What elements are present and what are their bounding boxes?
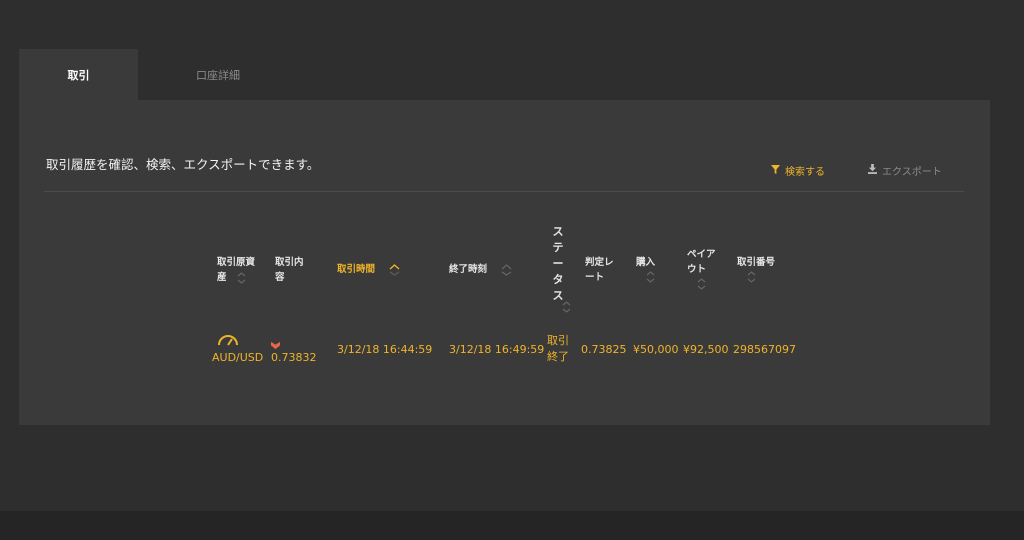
filter-icon bbox=[771, 164, 780, 177]
tab-trades[interactable]: 取引 bbox=[19, 49, 138, 100]
sort-icon[interactable] bbox=[501, 263, 512, 276]
asset-cell: AUD/USD bbox=[212, 351, 264, 364]
trade-number-cell: 298567097 bbox=[733, 343, 796, 356]
tab-account-details[interactable]: 口座詳細 bbox=[138, 49, 298, 100]
trade-time-cell: 3/12/18 16:44:59 bbox=[337, 343, 433, 356]
header-payout[interactable]: ペイア ウト bbox=[687, 247, 716, 296]
payout-cell: ¥92,500 bbox=[683, 343, 729, 356]
status-cell: 取引 終了 bbox=[547, 334, 569, 363]
judge-rate-cell: 0.73825 bbox=[581, 343, 627, 356]
content-rate-cell: 0.73832 bbox=[271, 351, 317, 364]
sort-icon[interactable] bbox=[747, 270, 756, 284]
sort-active-icon[interactable] bbox=[389, 263, 400, 276]
header-status[interactable]: ス テ ー タ ス bbox=[551, 224, 565, 304]
header-trade-time[interactable]: 取引時間 bbox=[337, 262, 400, 277]
sort-icon[interactable] bbox=[562, 300, 571, 314]
trade-history-panel: 取引履歴を確認、検索、エクスポートできます。 検索する エクスポート 取引原資 … bbox=[19, 100, 990, 425]
divider bbox=[44, 191, 964, 192]
end-time-cell: 3/12/18 16:49:59 bbox=[449, 343, 545, 356]
download-icon bbox=[868, 164, 877, 177]
header-content[interactable]: 取引内 容 bbox=[275, 255, 304, 285]
export-button[interactable]: エクスポート bbox=[868, 163, 942, 178]
header-trade-number[interactable]: 取引番号 bbox=[737, 255, 775, 289]
header-purchase[interactable]: 購入 bbox=[636, 255, 655, 289]
purchase-cell: ¥50,000 bbox=[633, 343, 679, 356]
gauge-icon bbox=[217, 332, 239, 351]
header-judge-rate[interactable]: 判定レ ート bbox=[585, 255, 614, 285]
page-description: 取引履歴を確認、検索、エクスポートできます。 bbox=[46, 157, 320, 172]
header-asset[interactable]: 取引原資 産 bbox=[217, 255, 255, 285]
tab-bar: 取引 口座詳細 bbox=[19, 49, 298, 100]
search-button-label: 検索する bbox=[785, 167, 825, 178]
sort-icon[interactable] bbox=[697, 277, 706, 291]
header-end-time[interactable]: 終了時刻 bbox=[449, 262, 512, 277]
footer-band bbox=[0, 511, 1024, 540]
search-button[interactable]: 検索する bbox=[771, 163, 825, 178]
sort-icon[interactable] bbox=[646, 270, 655, 284]
export-button-label: エクスポート bbox=[882, 167, 942, 178]
sort-icon[interactable] bbox=[237, 271, 246, 285]
